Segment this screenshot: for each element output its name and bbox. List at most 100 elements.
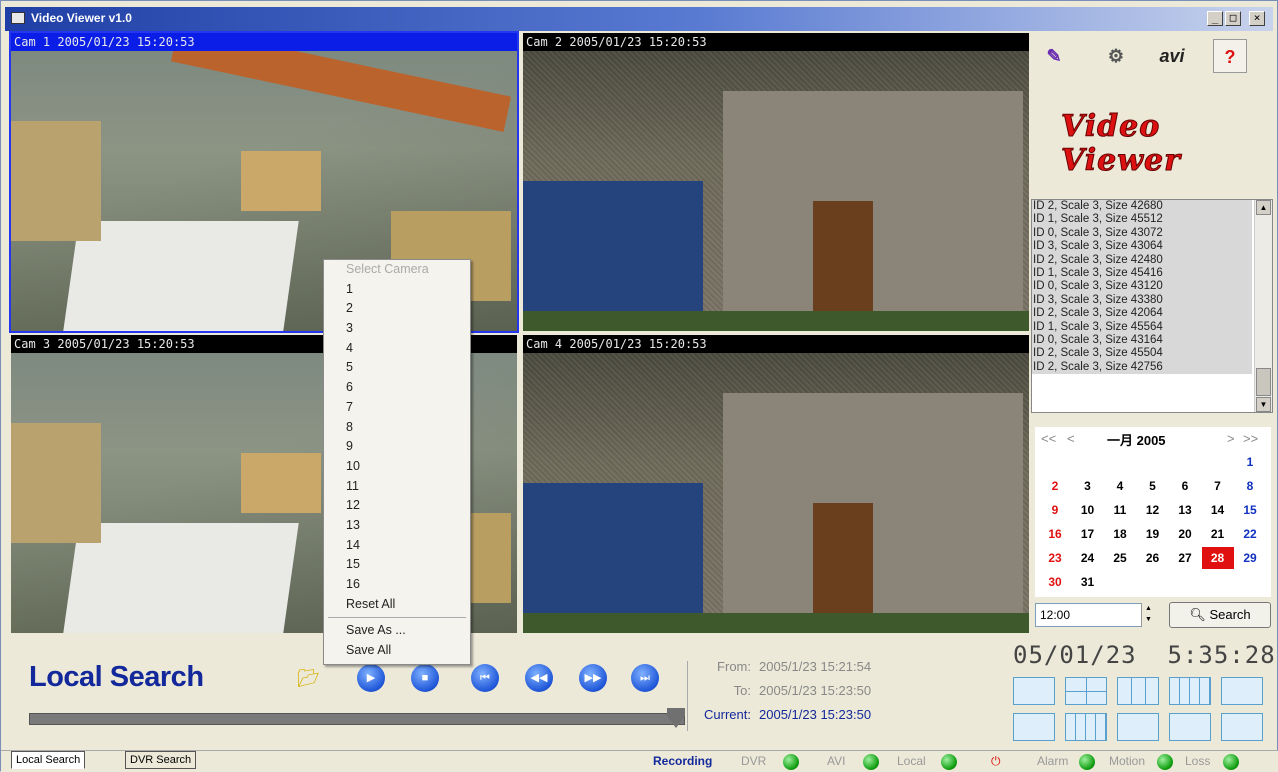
calendar-day[interactable]: 8 xyxy=(1234,475,1266,497)
menu-item-camera[interactable]: Reset All xyxy=(324,595,470,615)
menu-item-camera[interactable]: 12 xyxy=(324,496,470,516)
log-row[interactable]: ID 2, Scale 3, Size 42756 xyxy=(1032,360,1252,375)
calendar-day[interactable]: 11 xyxy=(1104,499,1136,521)
time-input[interactable]: 12:00 xyxy=(1035,603,1155,627)
layout-1x1-button[interactable] xyxy=(1013,677,1055,705)
log-row[interactable]: ID 0, Scale 3, Size 43120 xyxy=(1032,280,1252,294)
avi-button[interactable]: avi xyxy=(1155,39,1189,73)
close-button[interactable]: × xyxy=(1249,11,1265,26)
calendar-day[interactable]: 13 xyxy=(1169,499,1201,521)
menu-item-camera[interactable]: 1 xyxy=(324,280,470,300)
calendar-day[interactable]: 28 xyxy=(1201,547,1234,569)
calendar-day[interactable]: 26 xyxy=(1137,547,1169,569)
log-row[interactable]: ID 1, Scale 3, Size 45564 xyxy=(1032,320,1252,334)
menu-item-camera[interactable]: 8 xyxy=(324,418,470,438)
minimize-button[interactable]: _ xyxy=(1207,11,1223,26)
prev-month-button[interactable]: < xyxy=(1067,431,1075,446)
layout-custom-button-2[interactable] xyxy=(1013,713,1055,741)
menu-item-camera[interactable]: 9 xyxy=(324,437,470,457)
layout-custom-button-1[interactable] xyxy=(1221,677,1263,705)
menu-item-save-all[interactable]: Save All xyxy=(324,641,470,661)
layout-3x3-button[interactable] xyxy=(1117,677,1159,705)
skip-end-icon[interactable]: ⏭ xyxy=(631,664,659,692)
log-row[interactable]: ID 0, Scale 3, Size 43164 xyxy=(1032,333,1252,348)
play-icon[interactable]: ▶ xyxy=(357,664,385,692)
menu-item-camera[interactable]: 10 xyxy=(324,457,470,477)
menu-item-camera[interactable]: 4 xyxy=(324,339,470,359)
calendar-day[interactable]: 24 xyxy=(1072,547,1104,569)
menu-item-camera[interactable]: 5 xyxy=(324,358,470,378)
calendar-day[interactable]: 19 xyxy=(1137,523,1169,545)
log-row[interactable]: ID 3, Scale 3, Size 43380 xyxy=(1032,293,1252,308)
log-row[interactable]: ID 0, Scale 3, Size 43072 xyxy=(1032,226,1252,241)
maximize-button[interactable]: □ xyxy=(1225,11,1241,26)
calendar-day[interactable]: 30 xyxy=(1039,571,1071,593)
log-row[interactable]: ID 1, Scale 3, Size 45416 xyxy=(1032,266,1252,281)
camera-view-2[interactable]: Cam 2 2005/01/23 15:20:53 xyxy=(523,33,1029,331)
menu-item-camera[interactable]: 2 xyxy=(324,299,470,319)
layout-custom-button-6[interactable] xyxy=(1221,713,1263,741)
calendar-day[interactable]: 10 xyxy=(1072,499,1104,521)
calendar-day[interactable]: 21 xyxy=(1202,523,1234,545)
calendar-day[interactable]: 23 xyxy=(1039,547,1071,569)
calendar-day[interactable]: 9 xyxy=(1039,499,1071,521)
menu-item-save-as[interactable]: Save As ... xyxy=(324,621,470,641)
menu-item-camera[interactable]: 14 xyxy=(324,536,470,556)
calendar-day[interactable]: 29 xyxy=(1234,547,1266,569)
scroll-up-icon[interactable]: ▲ xyxy=(1256,200,1271,215)
menu-item-camera[interactable]: 11 xyxy=(324,477,470,497)
pencil-icon[interactable]: ✎ xyxy=(1037,39,1071,73)
log-row[interactable]: ID 2, Scale 3, Size 42480 xyxy=(1032,253,1252,267)
log-row[interactable]: ID 3, Scale 3, Size 43064 xyxy=(1032,240,1252,254)
calendar-day[interactable]: 25 xyxy=(1104,547,1136,569)
title-bar[interactable]: Video Viewer v1.0 _ □ × xyxy=(5,7,1273,31)
menu-item-camera[interactable]: 15 xyxy=(324,555,470,575)
calendar-day[interactable]: 27 xyxy=(1169,547,1201,569)
scroll-thumb[interactable] xyxy=(1256,368,1271,396)
calendar-day[interactable]: 4 xyxy=(1104,475,1136,497)
prev-year-button[interactable]: << xyxy=(1041,431,1056,446)
menu-item-camera[interactable]: 13 xyxy=(324,516,470,536)
step-forward-icon[interactable]: ▶▶ xyxy=(579,664,607,692)
stop-icon[interactable]: ■ xyxy=(411,664,439,692)
log-row[interactable]: ID 2, Scale 3, Size 42680 xyxy=(1032,200,1252,214)
calendar-day[interactable]: 14 xyxy=(1202,499,1234,521)
calendar-day[interactable]: 1 xyxy=(1234,451,1266,473)
calendar-day[interactable]: 7 xyxy=(1202,475,1234,497)
layout-custom-button-3[interactable] xyxy=(1065,713,1107,741)
log-scrollbar[interactable]: ▲ ▼ xyxy=(1254,200,1272,412)
timeline-slider[interactable] xyxy=(29,713,685,725)
layout-custom-button-5[interactable] xyxy=(1169,713,1211,741)
calendar-day[interactable]: 18 xyxy=(1104,523,1136,545)
gear-icon[interactable]: ⚙ xyxy=(1099,39,1133,73)
layout-custom-button-4[interactable] xyxy=(1117,713,1159,741)
layout-4x4-button[interactable] xyxy=(1169,677,1211,705)
time-spinner[interactable]: ▲ ▼ xyxy=(1141,603,1155,627)
help-button[interactable]: ? xyxy=(1213,39,1247,73)
tab-local-search[interactable]: Local Search xyxy=(11,751,86,769)
skip-start-icon[interactable]: ⏮ xyxy=(471,664,499,692)
step-back-icon[interactable]: ◀◀ xyxy=(525,664,553,692)
calendar-day[interactable]: 12 xyxy=(1137,499,1169,521)
calendar-day[interactable]: 22 xyxy=(1234,523,1266,545)
calendar-day[interactable]: 3 xyxy=(1072,475,1104,497)
calendar-day[interactable]: 5 xyxy=(1137,475,1169,497)
calendar-day[interactable]: 2 xyxy=(1039,475,1071,497)
folder-open-icon[interactable]: 📂︎ xyxy=(297,668,320,689)
log-row[interactable]: ID 2, Scale 3, Size 42064 xyxy=(1032,307,1252,321)
log-row[interactable]: ID 2, Scale 3, Size 45504 xyxy=(1032,347,1252,361)
menu-item-camera[interactable]: 7 xyxy=(324,398,470,418)
calendar-day[interactable]: 16 xyxy=(1039,523,1071,545)
log-row[interactable]: ID 1, Scale 3, Size 45512 xyxy=(1032,213,1252,227)
timeline-slider-thumb[interactable] xyxy=(667,708,685,728)
log-list[interactable]: ID 2, Scale 3, Size 42680 ID 1, Scale 3, … xyxy=(1031,199,1273,413)
menu-item-camera[interactable]: 6 xyxy=(324,378,470,398)
next-year-button[interactable]: >> xyxy=(1243,431,1258,446)
calendar-day[interactable]: 31 xyxy=(1072,571,1104,593)
calendar-day[interactable]: 17 xyxy=(1072,523,1104,545)
menu-item-camera[interactable]: 3 xyxy=(324,319,470,339)
calendar-day[interactable]: 15 xyxy=(1234,499,1266,521)
camera-view-4[interactable]: Cam 4 2005/01/23 15:20:53 xyxy=(523,335,1029,633)
tab-dvr-search[interactable]: DVR Search xyxy=(125,751,197,769)
search-button[interactable]: 🔍︎ Search xyxy=(1169,602,1271,628)
